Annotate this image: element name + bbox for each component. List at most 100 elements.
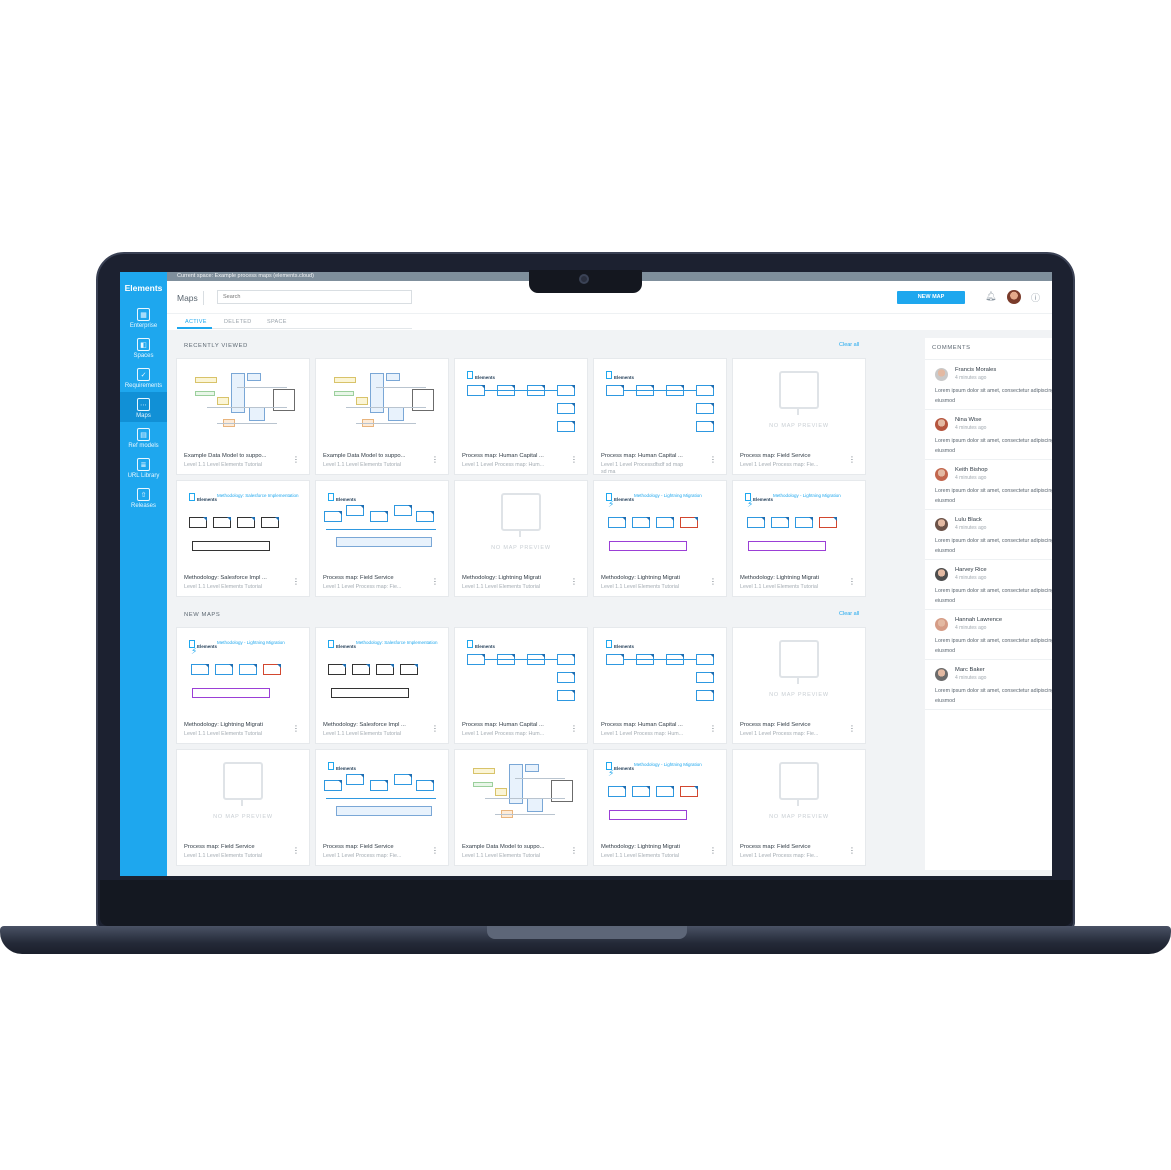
- map-card[interactable]: NO MAP PREVIEW Process map: Field Servic…: [176, 749, 310, 866]
- more-menu-icon[interactable]: ⋮: [292, 578, 300, 586]
- sidebar-item-enterprise[interactable]: ▦ Enterprise: [120, 302, 167, 332]
- comment-item: Francis Morales 4 minutes ago Lorem ipsu…: [925, 360, 1052, 410]
- more-menu-icon[interactable]: ⋮: [709, 847, 717, 855]
- map-preview[interactable]: Elements: [594, 359, 726, 447]
- map-card[interactable]: Elements Methodology: Salesforce Impleme…: [315, 627, 449, 744]
- more-menu-icon[interactable]: ⋮: [709, 725, 717, 733]
- comment-avatar[interactable]: [935, 368, 948, 381]
- map-card[interactable]: Example Data Model to suppo... Level 1.1…: [454, 749, 588, 866]
- more-menu-icon[interactable]: ⋮: [431, 725, 439, 733]
- tab-deleted[interactable]: DELETED: [224, 319, 251, 325]
- map-preview[interactable]: NO MAP PREVIEW: [177, 750, 309, 838]
- map-preview[interactable]: Elements Methodology - Lightning Migrati…: [733, 481, 865, 569]
- more-menu-icon[interactable]: ⋮: [292, 847, 300, 855]
- map-card[interactable]: Elements Methodology - Lightning Migrati…: [176, 627, 310, 744]
- map-preview[interactable]: [455, 750, 587, 838]
- map-card[interactable]: Elements Methodology - Lightning Migrati…: [593, 749, 727, 866]
- map-card[interactable]: Elements Process map: Human Capital ... …: [593, 627, 727, 744]
- new-map-button[interactable]: NEW MAP: [897, 291, 965, 304]
- more-menu-icon[interactable]: ⋮: [848, 578, 856, 586]
- map-preview[interactable]: Elements: [594, 628, 726, 716]
- comment-avatar[interactable]: [935, 468, 948, 481]
- more-menu-icon[interactable]: ⋮: [431, 456, 439, 464]
- more-menu-icon[interactable]: ⋮: [570, 578, 578, 586]
- comment-avatar[interactable]: [935, 668, 948, 681]
- map-card[interactable]: Example Data Model to suppo... Level 1.1…: [176, 358, 310, 475]
- comment-avatar[interactable]: [935, 518, 948, 531]
- map-preview[interactable]: Elements: [316, 750, 448, 838]
- sidebar-item-label: Ref models: [128, 443, 159, 449]
- sidebar-item-ref-models[interactable]: ▤ Ref models: [120, 422, 167, 452]
- page-title: Maps: [177, 293, 198, 303]
- map-preview[interactable]: NO MAP PREVIEW: [733, 750, 865, 838]
- tab-space[interactable]: SPACE: [267, 319, 287, 325]
- map-card[interactable]: NO MAP PREVIEW Process map: Field Servic…: [732, 749, 866, 866]
- no-preview-label: NO MAP PREVIEW: [213, 814, 273, 820]
- more-menu-icon[interactable]: ⋮: [292, 456, 300, 464]
- comment-author[interactable]: Hannah Lawrence: [955, 617, 1002, 623]
- map-preview[interactable]: Elements: [455, 359, 587, 447]
- bell-icon[interactable]: 🔔︎: [985, 291, 996, 302]
- comment-time: 4 minutes ago: [955, 425, 987, 431]
- more-menu-icon[interactable]: ⋮: [431, 847, 439, 855]
- more-menu-icon[interactable]: ⋮: [431, 578, 439, 586]
- map-preview[interactable]: [177, 359, 309, 447]
- comment-item: Keith Bishop 4 minutes ago Lorem ipsum d…: [925, 460, 1052, 510]
- more-menu-icon[interactable]: ⋮: [709, 456, 717, 464]
- comment-author[interactable]: Harvey Rice: [955, 567, 987, 573]
- map-subtitle: Level 1.1 Level Elements Tutorial: [462, 853, 541, 859]
- map-card[interactable]: NO MAP PREVIEW Process map: Field Servic…: [732, 358, 866, 475]
- map-preview[interactable]: Elements Methodology - Lightning Migrati…: [177, 628, 309, 716]
- more-menu-icon[interactable]: ⋮: [292, 725, 300, 733]
- comment-author[interactable]: Keith Bishop: [955, 467, 988, 473]
- map-preview[interactable]: Elements Methodology - Lightning Migrati…: [594, 481, 726, 569]
- search-input[interactable]: [217, 290, 412, 304]
- sidebar-item-releases[interactable]: ⇧ Releases: [120, 482, 167, 512]
- comment-avatar[interactable]: [935, 618, 948, 631]
- recently-viewed-clear-button[interactable]: Clear all: [839, 342, 859, 348]
- comment-time: 4 minutes ago: [955, 525, 987, 531]
- more-menu-icon[interactable]: ⋮: [570, 847, 578, 855]
- sidebar-item-requirements[interactable]: ✓ Requirements: [120, 362, 167, 392]
- map-preview[interactable]: Elements Methodology: Salesforce Impleme…: [177, 481, 309, 569]
- comment-avatar[interactable]: [935, 418, 948, 431]
- map-preview[interactable]: [316, 359, 448, 447]
- map-card[interactable]: NO MAP PREVIEW Methodology: Lightning Mi…: [454, 480, 588, 597]
- map-preview[interactable]: NO MAP PREVIEW: [733, 628, 865, 716]
- more-menu-icon[interactable]: ⋮: [570, 456, 578, 464]
- more-menu-icon[interactable]: ⋮: [709, 578, 717, 586]
- comment-author[interactable]: Francis Morales: [955, 367, 996, 373]
- map-preview[interactable]: NO MAP PREVIEW: [455, 481, 587, 569]
- map-preview[interactable]: Elements Methodology: Salesforce Impleme…: [316, 628, 448, 716]
- map-card[interactable]: Elements Process map: Human Capital ... …: [454, 358, 588, 475]
- more-menu-icon[interactable]: ⋮: [848, 456, 856, 464]
- map-card[interactable]: Elements Process map: Human Capital ... …: [593, 358, 727, 475]
- tab-active[interactable]: ACTIVE: [185, 319, 207, 325]
- map-preview[interactable]: Elements Methodology - Lightning Migrati…: [594, 750, 726, 838]
- map-preview[interactable]: Elements: [455, 628, 587, 716]
- comment-avatar[interactable]: [935, 568, 948, 581]
- user-avatar[interactable]: [1007, 290, 1021, 304]
- map-card[interactable]: Elements Methodology - Lightning Migrati…: [732, 480, 866, 597]
- brand-logo[interactable]: Elements: [120, 272, 167, 302]
- map-card[interactable]: Elements Process map: Human Capital ... …: [454, 627, 588, 744]
- comment-author[interactable]: Lulu Black: [955, 517, 982, 523]
- sidebar-item-spaces[interactable]: ◧ Spaces: [120, 332, 167, 362]
- map-card[interactable]: Elements Methodology: Salesforce Impleme…: [176, 480, 310, 597]
- map-card[interactable]: Elements Process map: Field Service Leve…: [315, 480, 449, 597]
- map-preview[interactable]: Elements: [316, 481, 448, 569]
- new-maps-clear-button[interactable]: Clear all: [839, 611, 859, 617]
- more-menu-icon[interactable]: ⋮: [570, 725, 578, 733]
- sidebar-item-url-library[interactable]: ≣ URL Library: [120, 452, 167, 482]
- map-card[interactable]: NO MAP PREVIEW Process map: Field Servic…: [732, 627, 866, 744]
- more-menu-icon[interactable]: ⋮: [848, 725, 856, 733]
- more-menu-icon[interactable]: ⋮: [848, 847, 856, 855]
- map-card[interactable]: Elements Methodology - Lightning Migrati…: [593, 480, 727, 597]
- comment-author[interactable]: Marc Baker: [955, 667, 985, 673]
- map-preview[interactable]: NO MAP PREVIEW: [733, 359, 865, 447]
- help-icon[interactable]: ⓘ: [1031, 291, 1040, 304]
- sidebar-item-maps[interactable]: ⋯ Maps: [120, 392, 167, 422]
- map-card[interactable]: Elements Process map: Field Service Leve…: [315, 749, 449, 866]
- comment-author[interactable]: Nina Wise: [955, 417, 981, 423]
- map-card[interactable]: Example Data Model to suppo... Level 1.1…: [315, 358, 449, 475]
